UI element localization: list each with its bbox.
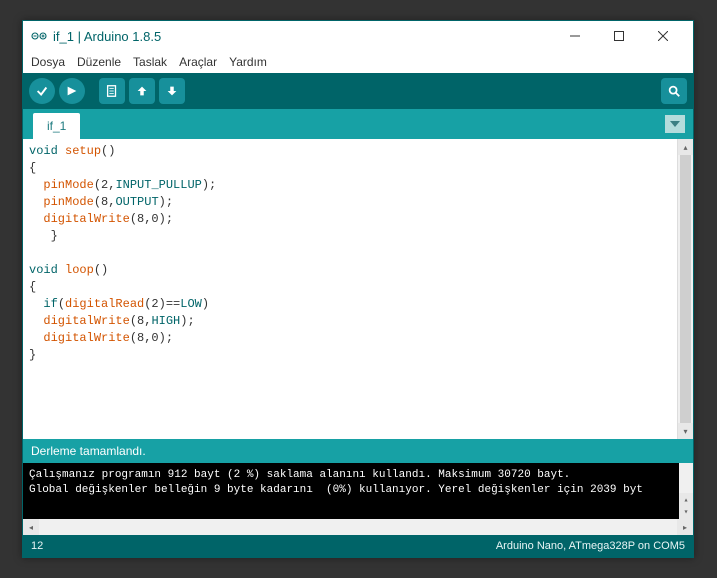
menu-tools[interactable]: Araçlar (179, 55, 217, 69)
scroll-down-arrow[interactable]: ▾ (678, 423, 693, 439)
minimize-button[interactable] (553, 21, 597, 51)
open-sketch-button[interactable] (129, 78, 155, 104)
window-controls (553, 21, 685, 51)
verify-button[interactable] (29, 78, 55, 104)
arduino-logo-icon (31, 28, 47, 44)
toolbar (23, 73, 693, 109)
tab-sketch[interactable]: if_1 (33, 113, 80, 139)
console-horizontal-scrollbar[interactable]: ◂ ▸ (23, 519, 693, 535)
menu-edit[interactable]: Düzenle (77, 55, 121, 69)
hscroll-left-arrow[interactable]: ◂ (23, 519, 39, 535)
save-sketch-button[interactable] (159, 78, 185, 104)
compile-status: Derleme tamamlandı. (23, 439, 693, 463)
hscroll-right-arrow[interactable]: ▸ (677, 519, 693, 535)
scroll-up-arrow[interactable]: ▴ (678, 139, 693, 155)
close-button[interactable] (641, 21, 685, 51)
menu-file[interactable]: Dosya (31, 55, 65, 69)
editor-area: void setup() { pinMode(2,INPUT_PULLUP); … (23, 139, 693, 439)
output-console[interactable]: Çalışmanız programın 912 bayt (2 %) sakl… (23, 463, 693, 519)
tab-menu-button[interactable] (665, 115, 685, 133)
scroll-thumb[interactable] (680, 155, 691, 423)
titlebar: if_1 | Arduino 1.8.5 (23, 21, 693, 51)
menubar: Dosya Düzenle Taslak Araçlar Yardım (23, 51, 693, 73)
serial-monitor-button[interactable] (661, 78, 687, 104)
new-sketch-button[interactable] (99, 78, 125, 104)
code-editor[interactable]: void setup() { pinMode(2,INPUT_PULLUP); … (23, 139, 677, 439)
maximize-button[interactable] (597, 21, 641, 51)
menu-sketch[interactable]: Taslak (133, 55, 167, 69)
window-title: if_1 | Arduino 1.8.5 (53, 29, 553, 44)
arduino-ide-window: if_1 | Arduino 1.8.5 Dosya Düzenle Tasla… (22, 20, 694, 558)
line-number-indicator: 12 (31, 540, 43, 552)
upload-button[interactable] (59, 78, 85, 104)
editor-vertical-scrollbar[interactable]: ▴ ▾ (677, 139, 693, 439)
menu-help[interactable]: Yardım (229, 55, 267, 69)
console-vertical-scrollbar[interactable]: ▴ ▾ (679, 463, 693, 519)
status-text: Derleme tamamlandı. (31, 444, 146, 458)
footer-bar: 12 Arduino Nano, ATmega328P on COM5 (23, 535, 693, 557)
tab-strip: if_1 (23, 109, 693, 139)
board-port-indicator: Arduino Nano, ATmega328P on COM5 (496, 540, 685, 552)
